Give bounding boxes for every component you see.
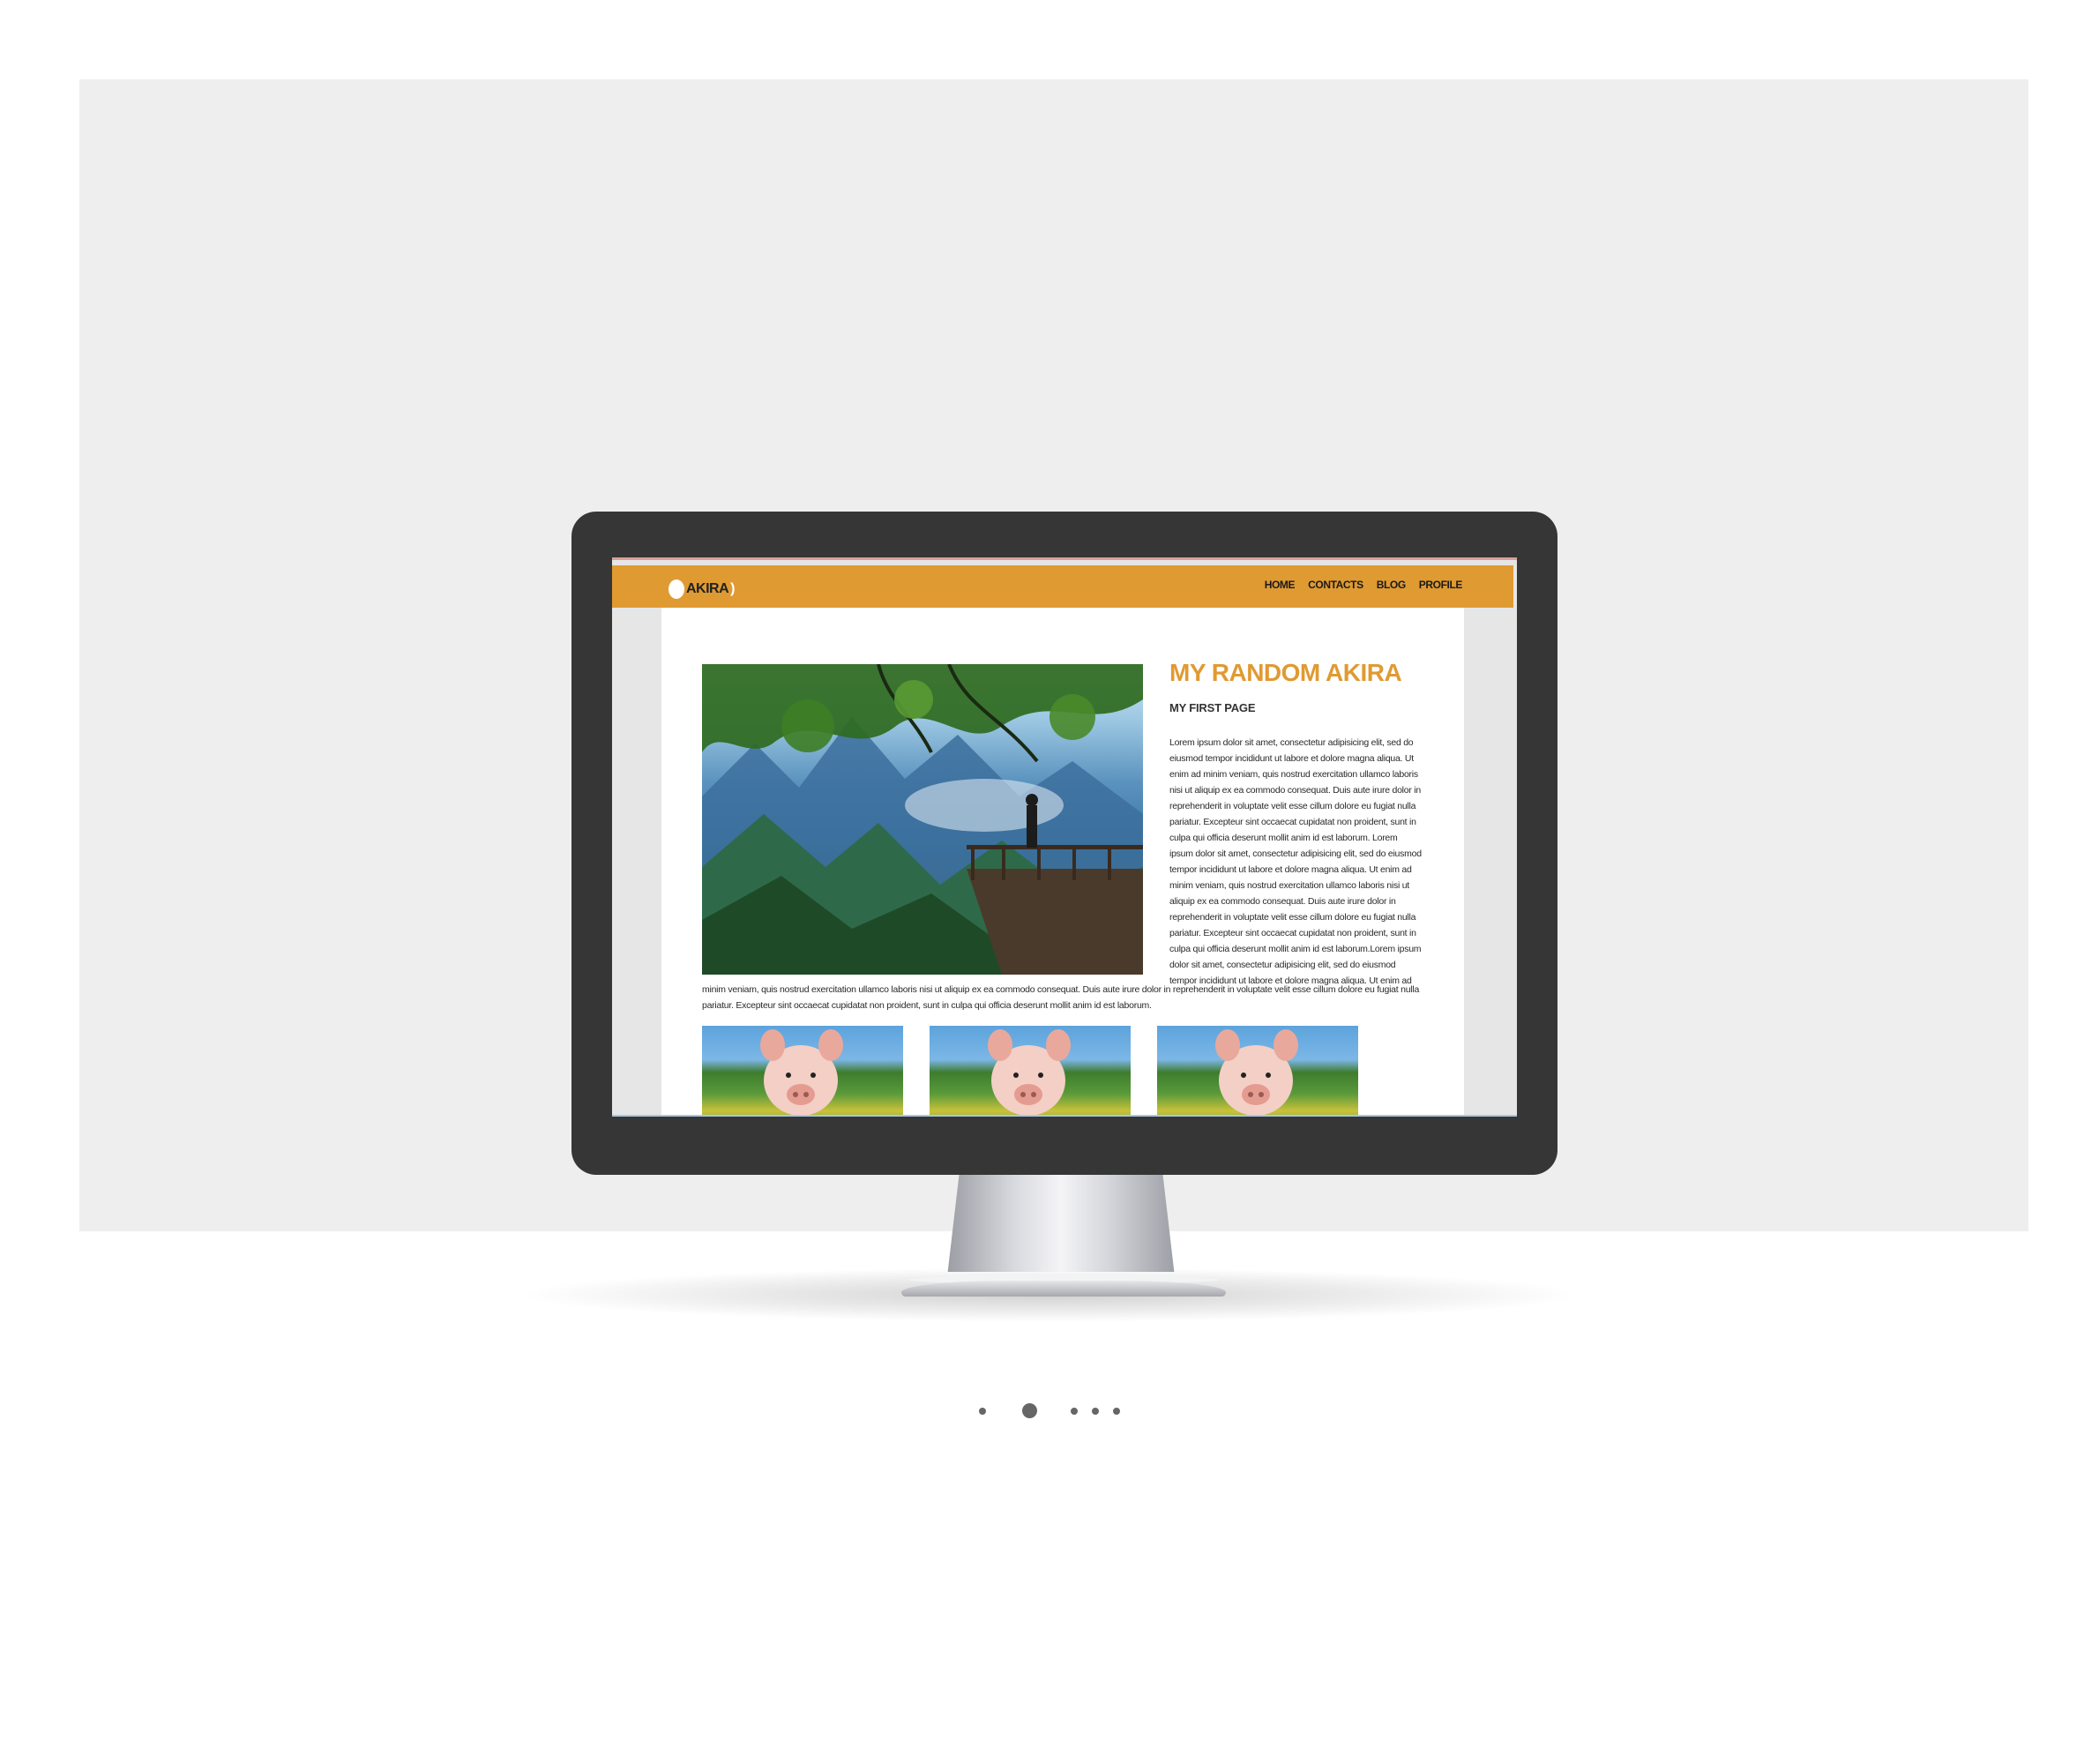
hero-image — [702, 664, 1143, 975]
nav-blog-link[interactable]: BLOG — [1377, 579, 1406, 591]
hero-image-art — [702, 664, 1143, 975]
site-nav: HOME CONTACTS BLOG PROFILE — [1265, 579, 1463, 591]
site-header: AKIRA ) HOME CONTACTS BLOG PROFILE — [612, 565, 1513, 608]
pig-icon — [988, 1029, 1071, 1116]
body-text-wide: minim veniam, quis nostrud exercitation … — [702, 984, 1420, 1011]
carousel-dot-active[interactable] — [1022, 1403, 1037, 1418]
content-panel: MY RANDOM AKIRA MY FIRST PAGE Lorem ipsu… — [661, 608, 1464, 1117]
carousel-dots — [979, 1402, 1129, 1420]
carousel-dot[interactable] — [1092, 1408, 1099, 1415]
body-text-side: Lorem ipsum dolor sit amet, consectetur … — [1169, 737, 1422, 986]
pig-thumbnail[interactable] — [1157, 1026, 1358, 1117]
logo-circle-icon — [669, 579, 684, 599]
page-subtitle: MY FIRST PAGE — [1169, 701, 1256, 714]
pig-icon — [760, 1029, 843, 1116]
nav-contacts-link[interactable]: CONTACTS — [1308, 579, 1363, 591]
pig-icon — [1215, 1029, 1298, 1116]
monitor-frame: AKIRA ) HOME CONTACTS BLOG PROFILE MY RA… — [571, 512, 1557, 1175]
page-title: MY RANDOM AKIRA — [1169, 659, 1402, 686]
nav-home-link[interactable]: HOME — [1265, 579, 1296, 591]
monitor-stand — [947, 1173, 1175, 1272]
nav-profile-link[interactable]: PROFILE — [1419, 579, 1463, 591]
logo-text: AKIRA — [686, 581, 729, 596]
logo-paren: ) — [730, 581, 736, 596]
thumbnail-row — [702, 1026, 1358, 1117]
site-logo[interactable]: AKIRA ) — [669, 579, 736, 599]
pig-thumbnail[interactable] — [930, 1026, 1131, 1117]
screen-edge — [612, 1115, 1517, 1117]
monitor-screen: AKIRA ) HOME CONTACTS BLOG PROFILE MY RA… — [612, 557, 1517, 1117]
monitor-base — [901, 1281, 1226, 1297]
carousel-dot[interactable] — [1071, 1408, 1078, 1415]
pig-thumbnail[interactable] — [702, 1026, 903, 1117]
carousel-dot[interactable] — [1113, 1408, 1120, 1415]
carousel-dot[interactable] — [979, 1408, 986, 1415]
